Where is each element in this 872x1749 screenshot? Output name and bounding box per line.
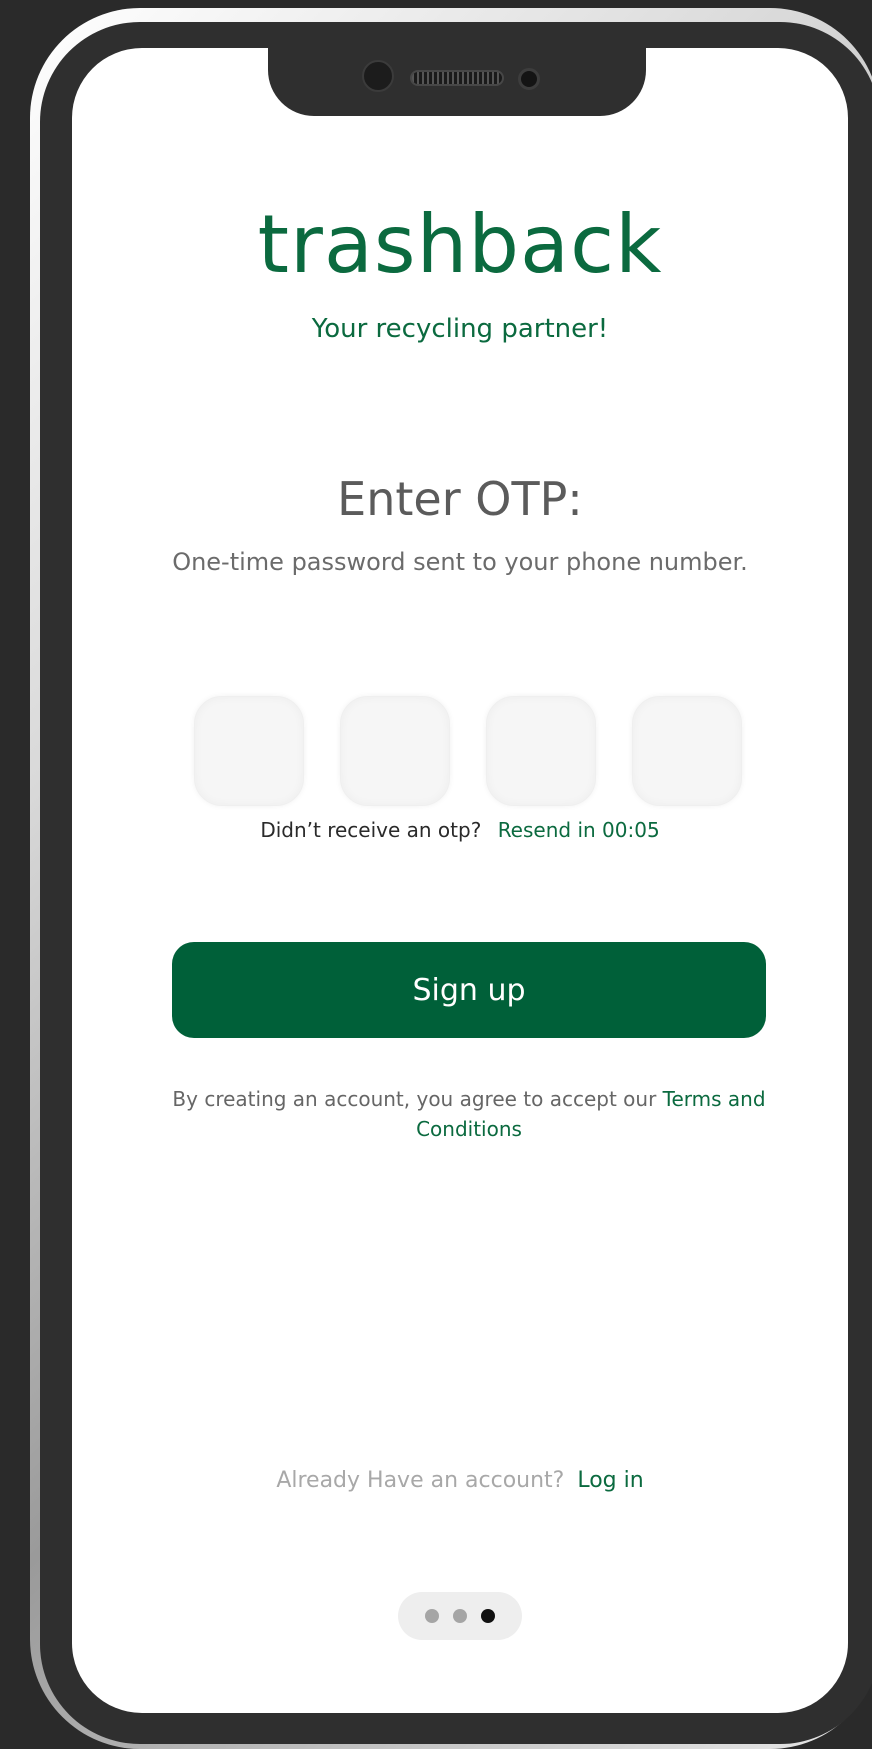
otp-input-group (194, 696, 742, 806)
device-mockup: trashback Your recycling partner! Enter … (0, 0, 872, 1749)
app-logo-wordmark: trashback (257, 198, 663, 291)
app-screen: trashback Your recycling partner! Enter … (72, 48, 848, 1713)
page-subtitle: One-time password sent to your phone num… (172, 548, 748, 576)
front-camera-icon (362, 60, 394, 92)
resend-otp-link[interactable]: Resend in 00:05 (498, 818, 660, 842)
notch (268, 48, 646, 116)
app-tagline: Your recycling partner! (311, 314, 609, 344)
terms-text: By creating an account, you agree to acc… (172, 1087, 657, 1111)
log-in-link[interactable]: Log in (577, 1468, 643, 1493)
resend-row: Didn’t receive an otp? Resend in 00:05 (72, 818, 848, 842)
otp-digit-3-input[interactable] (486, 696, 596, 806)
page-indicator (398, 1592, 522, 1640)
page-dot-1 (425, 1609, 439, 1623)
sensor-icon (518, 68, 540, 90)
resend-question: Didn’t receive an otp? (260, 818, 482, 842)
otp-digit-4-input[interactable] (632, 696, 742, 806)
otp-digit-1-input[interactable] (194, 696, 304, 806)
otp-digit-2-input[interactable] (340, 696, 450, 806)
login-prompt: Already Have an account? Log in (72, 1468, 848, 1493)
page-dot-3-active (481, 1609, 495, 1623)
page-title: Enter OTP: (337, 472, 583, 526)
login-question: Already Have an account? (276, 1468, 565, 1493)
speaker-grille-icon (410, 70, 504, 86)
sign-up-button[interactable]: Sign up (172, 942, 766, 1038)
page-dot-2 (453, 1609, 467, 1623)
terms-notice: By creating an account, you agree to acc… (172, 1084, 766, 1144)
